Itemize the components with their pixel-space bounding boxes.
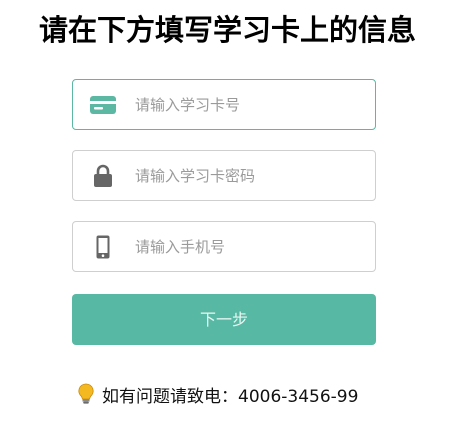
phone-input[interactable]	[135, 222, 365, 271]
mobile-phone-icon	[90, 235, 116, 259]
card-number-input[interactable]	[135, 80, 365, 129]
card-number-field[interactable]	[72, 79, 376, 130]
next-button[interactable]: 下一步	[72, 294, 376, 345]
card-password-field[interactable]	[72, 150, 376, 201]
credit-card-icon	[90, 93, 116, 117]
lock-icon	[90, 164, 116, 188]
lightbulb-icon	[78, 383, 94, 405]
card-password-input[interactable]	[135, 151, 365, 200]
help-contact: 如有问题请致电：4006-3456-99	[78, 382, 359, 407]
help-text: 如有问题请致电：4006-3456-99	[102, 386, 359, 407]
phone-field[interactable]	[72, 221, 376, 272]
page-title: 请在下方填写学习卡上的信息	[38, 13, 416, 47]
